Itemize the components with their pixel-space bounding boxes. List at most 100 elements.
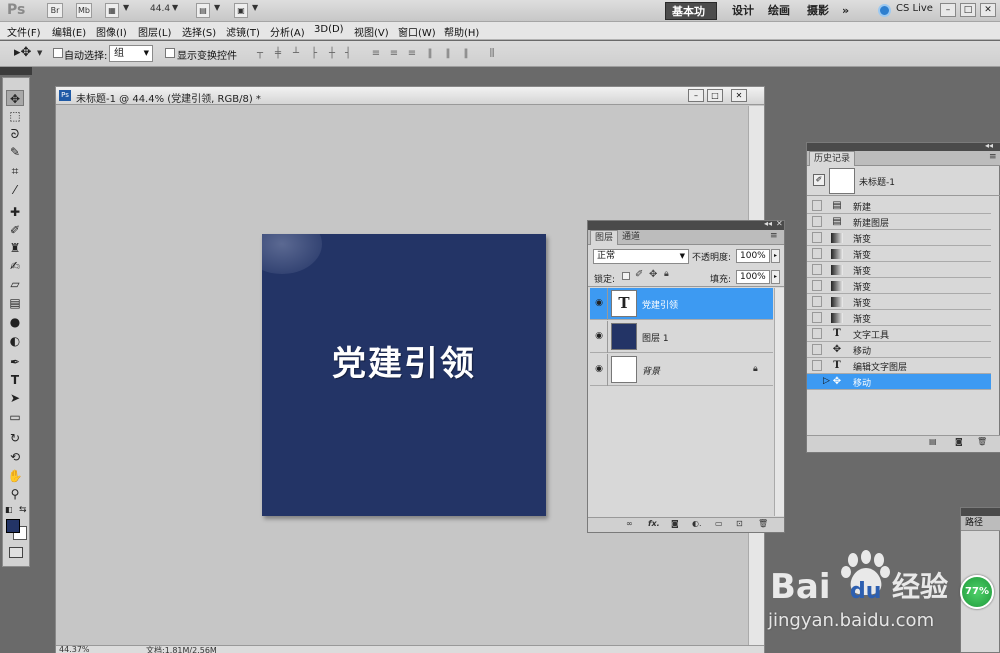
collapse-panel-icon[interactable]: ◂◂ — [764, 219, 772, 228]
lock-image-icon[interactable]: ✐ — [635, 269, 643, 280]
history-brush-box[interactable] — [812, 248, 822, 259]
history-item[interactable]: 渐变 — [807, 230, 991, 246]
close-panel-icon[interactable]: ✕ — [776, 219, 783, 228]
bridge-button[interactable]: Br — [47, 3, 63, 18]
layer-name[interactable]: 党建引领 — [642, 298, 678, 311]
doc-minimize-button[interactable]: – — [688, 89, 704, 102]
workspace-painting[interactable]: 绘画 — [762, 2, 796, 20]
distribute-vcenter-icon[interactable]: ≡ — [387, 47, 401, 60]
auto-select-checkbox[interactable] — [53, 48, 63, 58]
paths-panel-header[interactable] — [961, 508, 1000, 516]
workspace-design[interactable]: 设计 — [726, 2, 760, 20]
layer-name[interactable]: 背景 — [642, 364, 660, 377]
path-selection-tool-icon[interactable]: ➤ — [6, 390, 24, 406]
layers-scrollbar[interactable] — [774, 288, 784, 516]
zoom-level-field[interactable]: 44.4 — [150, 4, 170, 14]
new-snapshot-icon[interactable]: ◙ — [955, 437, 963, 446]
workspace-essentials[interactable]: 基本功能 — [665, 2, 717, 36]
doc-close-button[interactable]: ✕ — [731, 89, 747, 102]
tab-channels[interactable]: 通道 — [618, 230, 644, 245]
more-workspaces-button[interactable]: » — [836, 2, 855, 20]
fill-slider-arrow[interactable]: ▸ — [771, 270, 780, 284]
align-bottom-icon[interactable]: ┴ — [289, 47, 303, 60]
lock-transparency-icon[interactable] — [622, 272, 630, 280]
opacity-slider-arrow[interactable]: ▸ — [771, 249, 780, 263]
new-group-icon[interactable]: ▭ — [715, 519, 723, 528]
blur-tool-icon[interactable]: ● — [6, 314, 24, 330]
align-vcenter-icon[interactable]: ╪ — [271, 47, 285, 60]
view-extras-button[interactable]: ▦ — [105, 3, 119, 18]
foreground-color-swatch[interactable] — [6, 519, 20, 533]
history-item[interactable]: 渐变 — [807, 310, 991, 326]
collapse-panel-icon[interactable]: ◂◂ — [985, 141, 993, 150]
history-brush-box[interactable] — [812, 312, 822, 323]
distribute-top-icon[interactable]: ≡ — [369, 47, 383, 60]
toolbox-header[interactable] — [0, 67, 32, 75]
tab-paths[interactable]: 路径 — [961, 516, 1000, 531]
cs-live-menu[interactable]: CS Live — [896, 3, 933, 14]
auto-align-layers-icon[interactable]: ⫼ — [485, 47, 499, 60]
tab-layers[interactable]: 图层 — [590, 230, 619, 245]
healing-brush-tool-icon[interactable]: ✚ — [6, 204, 24, 220]
menu-view[interactable]: 视图(V) — [354, 24, 389, 39]
trash-icon[interactable]: 🗑︎ — [977, 437, 987, 446]
history-brush-box[interactable] — [812, 296, 822, 307]
canvas-image[interactable]: 党建引领 — [262, 234, 546, 516]
mini-bridge-button[interactable]: Mb — [76, 3, 92, 18]
layers-panel-header[interactable]: ◂◂ ✕ — [588, 219, 784, 230]
3d-rotate-tool-icon[interactable]: ↻ — [6, 430, 24, 446]
zoom-tool-icon[interactable]: ⚲ — [6, 486, 24, 502]
screen-mode-button[interactable]: ▣ — [234, 3, 248, 18]
layer-style-icon[interactable]: fx. — [648, 519, 660, 528]
quick-mask-icon[interactable] — [9, 547, 23, 558]
brush-tool-icon[interactable]: ✐ — [6, 222, 24, 238]
history-brush-box[interactable] — [812, 344, 822, 355]
show-transform-checkbox[interactable] — [165, 48, 175, 58]
status-zoom[interactable]: 44.37% — [59, 645, 90, 653]
crop-tool-icon[interactable]: ⌗ — [6, 163, 24, 179]
history-item[interactable]: 渐变 — [807, 246, 991, 262]
menu-image[interactable]: 图像(I) — [96, 24, 127, 39]
close-button[interactable]: ✕ — [980, 3, 996, 17]
menu-window[interactable]: 窗口(W) — [398, 24, 436, 39]
layer-row-background[interactable]: ◉ 背景 🔒︎ — [590, 354, 773, 386]
history-item[interactable]: T 编辑文字图层 — [807, 358, 991, 374]
link-layers-icon[interactable]: ∞ — [626, 519, 633, 528]
align-right-icon[interactable]: ┤ — [341, 47, 355, 60]
minimize-button[interactable]: – — [940, 3, 956, 17]
menu-layer[interactable]: 图层(L) — [138, 24, 171, 39]
menu-file[interactable]: 文件(F) — [7, 24, 41, 39]
move-tool-preset-icon[interactable]: ▸✥ — [14, 45, 31, 60]
lasso-tool-icon[interactable]: ᘐ — [6, 126, 24, 142]
panel-menu-icon[interactable]: ≡ — [989, 152, 997, 162]
fill-field[interactable]: 100% — [736, 270, 770, 284]
3d-orbit-tool-icon[interactable]: ⟲ — [6, 449, 24, 465]
eye-icon[interactable]: ◉ — [593, 298, 605, 308]
hand-tool-icon[interactable]: ✋ — [6, 468, 24, 484]
align-left-icon[interactable]: ├ — [307, 47, 321, 60]
distribute-hcenter-icon[interactable]: ‖ — [441, 47, 455, 60]
doc-restore-button[interactable]: □ — [707, 89, 723, 102]
gradient-tool-icon[interactable]: ▤ — [6, 295, 24, 311]
history-brush-box[interactable] — [812, 264, 822, 275]
layer-name[interactable]: 图层 1 — [642, 331, 669, 344]
adjustment-layer-icon[interactable]: ◐. — [692, 519, 702, 528]
history-item[interactable]: 渐变 — [807, 262, 991, 278]
chevron-down-icon[interactable]: ▼ — [37, 49, 42, 57]
history-brush-box[interactable] — [812, 280, 822, 291]
distribute-bottom-icon[interactable]: ≡ — [405, 47, 419, 60]
default-colors-icon[interactable]: ◧ — [5, 505, 13, 514]
history-item-selected[interactable]: ▷ ✥ 移动 — [807, 374, 991, 390]
quick-selection-tool-icon[interactable]: ✎ — [6, 144, 24, 160]
tab-history[interactable]: 历史记录 — [809, 151, 856, 166]
document-title-bar[interactable]: Ps 未标题-1 @ 44.4% (党建引领, RGB/8) * – □ ✕ — [56, 87, 764, 105]
history-panel-header[interactable]: ◂◂ — [807, 141, 1000, 151]
lock-all-icon[interactable]: 🔒︎ — [664, 269, 669, 279]
history-brush-tool-icon[interactable]: ✍ — [6, 258, 24, 274]
distribute-right-icon[interactable]: ‖ — [459, 47, 473, 60]
eye-icon[interactable]: ◉ — [593, 331, 605, 341]
rectangle-tool-icon[interactable]: ▭ — [6, 409, 24, 425]
history-brush-box[interactable] — [812, 232, 822, 243]
menu-filter[interactable]: 滤镜(T) — [226, 24, 260, 39]
blend-mode-dropdown[interactable]: 正常 ▼ — [593, 249, 689, 264]
